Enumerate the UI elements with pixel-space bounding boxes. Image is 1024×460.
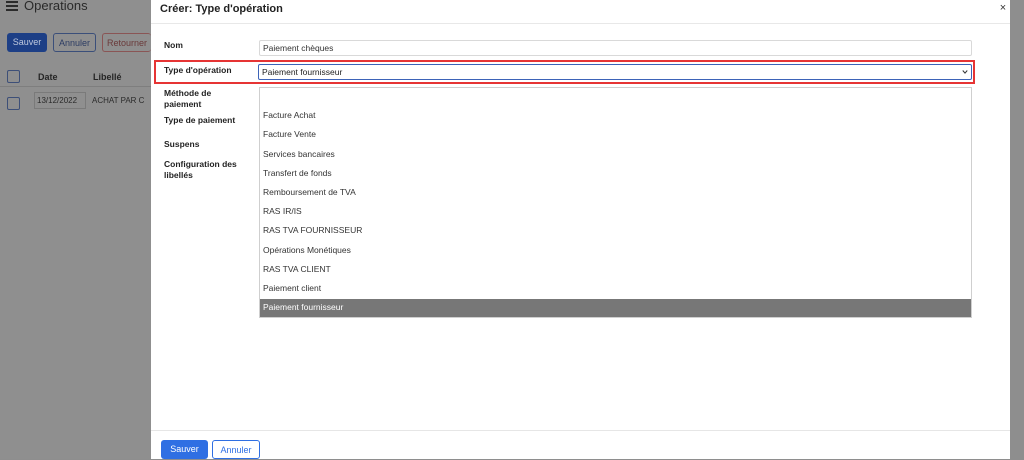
table-divider xyxy=(0,86,151,87)
save-button[interactable]: Sauver xyxy=(161,440,208,459)
page-title: Operations xyxy=(24,0,88,13)
column-header-date: Date xyxy=(38,72,58,82)
overlay-right xyxy=(1010,0,1024,459)
column-header-label: Libellé xyxy=(93,72,122,82)
chevron-down-icon xyxy=(962,70,968,74)
dropdown-option[interactable]: RAS TVA CLIENT xyxy=(260,261,971,278)
dropdown-option[interactable]: Services bancaires xyxy=(260,146,971,163)
table-cell-date: 13/12/2022 xyxy=(37,96,78,105)
operation-type-select[interactable]: Paiement fournisseur xyxy=(258,64,972,80)
modal-title: Créer: Type d'opération xyxy=(160,3,283,15)
dropdown-option[interactable]: Paiement client xyxy=(260,280,971,297)
select-all-checkbox[interactable] xyxy=(7,70,20,83)
create-operation-type-modal: Créer: Type d'opération × Nom Paiement c… xyxy=(151,0,1010,459)
payment-type-label: Type de paiement xyxy=(164,115,236,125)
background-save-button[interactable]: Sauver xyxy=(7,33,47,52)
payment-method-label: Méthode de paiement xyxy=(164,88,212,109)
name-label: Nom xyxy=(164,40,183,50)
dropdown-option[interactable]: RAS IR/IS xyxy=(260,203,971,220)
operation-type-dropdown: Facture Achat Facture Vente Services ban… xyxy=(259,87,972,318)
background-app: Operations Sauver Annuler Retourner Date… xyxy=(0,0,151,459)
label-config-label: Configuration des libellés xyxy=(164,159,237,180)
table-cell-label: ACHAT PAR C xyxy=(92,96,145,105)
dropdown-option[interactable]: Facture Achat xyxy=(260,107,971,124)
operation-type-value: Paiement fournisseur xyxy=(262,67,343,77)
dropdown-option-empty[interactable] xyxy=(260,88,971,105)
dropdown-option[interactable]: Remboursement de TVA xyxy=(260,184,971,201)
cancel-button[interactable]: Annuler xyxy=(212,440,260,459)
hamburger-icon[interactable] xyxy=(6,1,18,11)
dropdown-option[interactable]: Opérations Monétiques xyxy=(260,242,971,259)
dropdown-option[interactable]: Transfert de fonds xyxy=(260,165,971,182)
background-return-button[interactable]: Retourner xyxy=(102,33,151,52)
dropdown-option[interactable]: Facture Vente xyxy=(260,126,971,143)
suspense-label: Suspens xyxy=(164,139,200,149)
operation-type-label: Type d'opération xyxy=(164,65,232,75)
close-icon[interactable]: × xyxy=(996,2,1010,14)
name-input[interactable]: Paiement chèques xyxy=(259,40,972,56)
background-cancel-button[interactable]: Annuler xyxy=(53,33,96,52)
row-checkbox[interactable] xyxy=(7,97,20,110)
dropdown-option[interactable]: RAS TVA FOURNISSEUR xyxy=(260,222,971,239)
dropdown-option-selected[interactable]: Paiement fournisseur xyxy=(260,299,971,317)
footer-divider xyxy=(151,430,1010,431)
header-divider xyxy=(151,23,1010,24)
